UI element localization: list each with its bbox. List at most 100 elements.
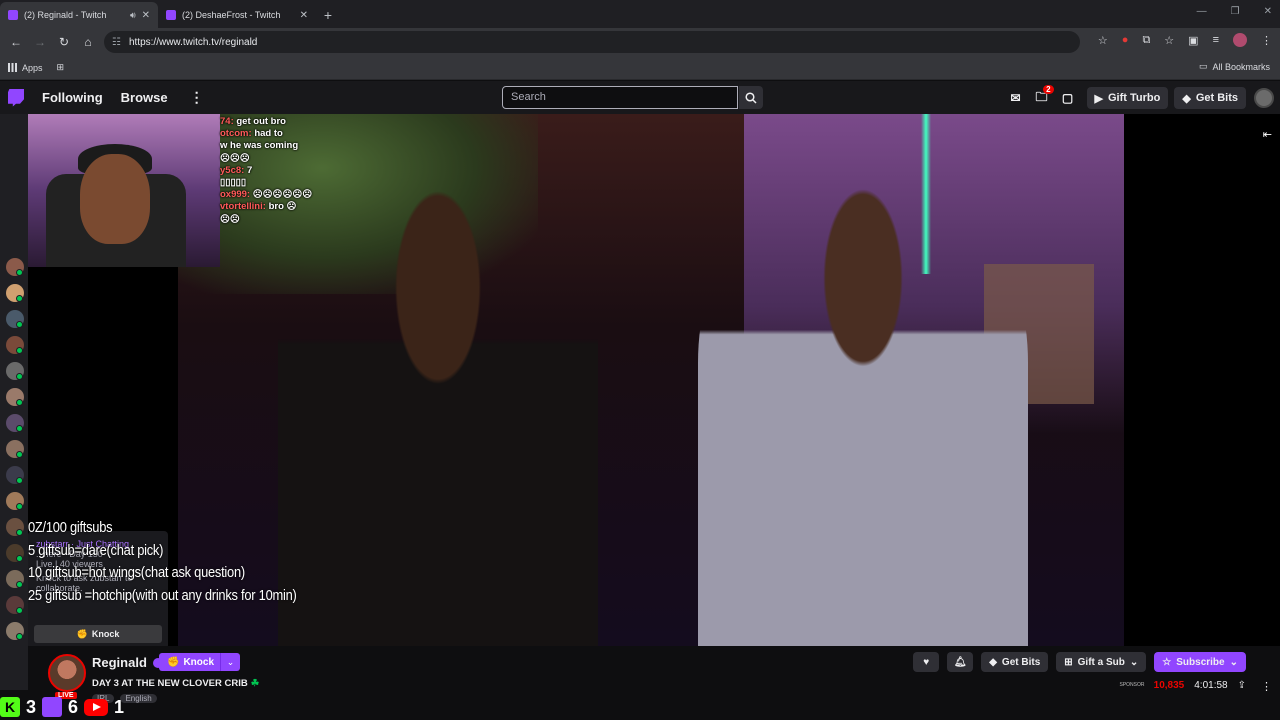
reload-icon[interactable]: ↻ [52,30,76,54]
notifications-icon[interactable]: 🗀︎ 2 [1029,85,1055,108]
stream-title-text: DAY 3 AT THE NEW CLOVER CRIB [92,678,248,689]
live-status-icon [16,529,23,536]
video-player[interactable]: 74: get out bro otcom: had to w he was co… [28,114,1280,646]
goal-line: 0Z/100 giftsubs [28,519,113,536]
bookmark-star-icon[interactable]: ☆ [1098,34,1108,47]
overlay-chat-line: y5c8: 7 [220,165,370,177]
overlay-chat-message: ☹☹☹ [220,152,250,164]
viewer-count: 10,835 [1153,680,1185,691]
overlay-chat-line: ☹☹☹ [220,153,370,165]
knock-label: Knock [183,656,215,668]
goal-line: 25 giftsub =hotchip(with out any drinks … [28,586,297,604]
close-tab-icon[interactable]: ✕ [300,10,308,21]
close-window-icon[interactable]: ✕ [1264,6,1272,17]
subscribe-button[interactable]: ☆ Subscribe ⌄ [1154,652,1246,672]
platform-viewer-counters: K 3 6 1 [0,694,124,720]
card-knock-button[interactable]: ✊ Knock [34,625,162,643]
goal-line: 10 giftsub=hot wings(chat ask question) [28,564,245,581]
new-tab-button[interactable]: + [316,2,340,28]
url-field[interactable]: ☷ https://www.twitch.tv/reginald [104,31,1080,53]
overlay-chat-message: w he was coming [220,140,299,152]
star-icon: ☆ [1162,656,1172,668]
close-tab-icon[interactable]: ✕ [142,10,150,21]
twitch-logo-icon[interactable] [8,88,24,107]
extension-record-icon[interactable]: ● [1122,34,1129,46]
bell-icon: 🔔︎ [953,656,967,668]
overlay-chat-username: y5c8: [220,164,245,176]
apps-bookmark[interactable]: Apps [8,63,43,73]
overlay-chat-line: ▯▯▯▯▯ [220,177,370,189]
browser-menu-icon[interactable]: ⋮ [1261,34,1272,47]
speaker-icon[interactable]: 🔊︎ [130,10,136,21]
minimize-icon[interactable]: — [1197,6,1207,17]
knock-icon: ✊ [167,656,180,668]
live-status-icon [16,399,23,406]
overlay-chat-message: ☹☹ [220,213,240,225]
notifications-bell-button[interactable]: 🔔︎ [947,652,974,672]
more-menu-icon[interactable]: ⋮ [190,89,204,106]
address-bar-row: ← → ↻ ⌂ ☷ https://www.twitch.tv/reginald… [0,28,1280,56]
tab-search-icon[interactable]: ▣ [1188,34,1198,47]
search-button[interactable] [739,86,763,109]
whispers-icon[interactable]: ▢ [1055,88,1081,108]
bookmarks-icon[interactable]: ☆ [1164,34,1174,47]
card-knock-label: Knock [91,629,120,639]
live-status-icon [16,425,23,432]
get-bits-label: Get Bits [1195,92,1238,104]
overlay-chat-message: ☹☹☹☹☹☹ [252,189,313,201]
follow-heart-button[interactable]: ♥ [913,652,940,672]
nav-browse[interactable]: Browse [121,90,168,105]
goal-line: 5 giftsub=dare(chat pick) [28,541,164,559]
site-info-icon[interactable]: ☷ [112,37,121,48]
live-status-icon [16,295,23,302]
gift-turbo-label: Gift Turbo [1108,92,1161,104]
knock-dropdown-icon[interactable]: ⌄ [220,653,240,671]
tab-groups-icon[interactable]: ⊞ [57,62,65,73]
folder-icon: ▭ [1198,61,1208,71]
search-input[interactable]: Search [502,86,738,109]
channel-name[interactable]: Reginald [92,655,147,670]
get-bits-nav-button[interactable]: ◆ Get Bits [1174,87,1246,109]
bookmarks-bar: Apps ⊞ ▭ All Bookmarks [0,56,1280,80]
twitch-favicon-icon [8,10,18,20]
maximize-icon[interactable]: ❐ [1231,6,1240,17]
user-avatar[interactable] [1254,88,1274,108]
gift-sub-button[interactable]: ⊞ Gift a Sub ⌄ [1056,652,1147,672]
overlay-chat-username: otcom: [220,128,252,140]
live-status-icon [16,477,23,484]
extensions-icon[interactable]: ⧉ [1142,34,1150,47]
channel-avatar[interactable] [48,654,86,692]
overlay-chat-line: w he was coming [220,140,370,152]
inbox-icon[interactable]: ✉ [1003,88,1029,108]
more-options-icon[interactable]: ⋮ [1261,680,1272,693]
get-bits-button[interactable]: ◆ Get Bits [981,652,1049,672]
stream-title: DAY 3 AT THE NEW CLOVER CRIB ☘ [92,678,259,689]
browser-tab-deshaefrost[interactable]: (2) DeshaeFrost - Twitch ✕ [158,2,316,28]
forward-icon[interactable]: → [28,30,52,54]
back-icon[interactable]: ← [4,30,28,54]
knock-icon: ✊ [76,628,88,639]
expand-chat-icon[interactable]: ⇤ [1263,128,1272,141]
twitch-nav-right: ✉ 🗀︎ 2 ▢ ▶ Gift Turbo ◆ Get Bits [1003,85,1274,109]
knock-button[interactable]: ✊ Knock [159,653,223,671]
browser-profile-avatar[interactable] [1233,33,1247,47]
all-bookmarks-button[interactable]: ▭ All Bookmarks [1199,61,1270,72]
live-status-icon [16,581,23,588]
share-icon[interactable]: ⇪ [1238,680,1246,691]
tab-title: (2) DeshaeFrost - Twitch [182,10,281,20]
facecam-face [80,154,150,244]
browser-tab-reginald[interactable]: (2) Reginald - Twitch 🔊︎ ✕ [0,2,158,28]
live-status-icon [16,373,23,380]
nav-following[interactable]: Following [42,90,103,105]
tag-english[interactable]: English [120,694,157,703]
overlay-chat-message: get out bro [236,116,286,127]
live-status-icon [16,347,23,354]
browser-toolbar-icons: ☆ ● ⧉ ☆ ▣ ≡ ⋮ [1098,33,1272,47]
twitch-count: 6 [68,696,79,717]
live-status-icon [16,451,23,458]
kick-icon: K [0,697,20,717]
home-icon[interactable]: ⌂ [76,30,100,54]
gift-turbo-button[interactable]: ▶ Gift Turbo [1086,87,1169,109]
media-icon[interactable]: ≡ [1213,34,1219,46]
video-person-right [698,174,1028,646]
